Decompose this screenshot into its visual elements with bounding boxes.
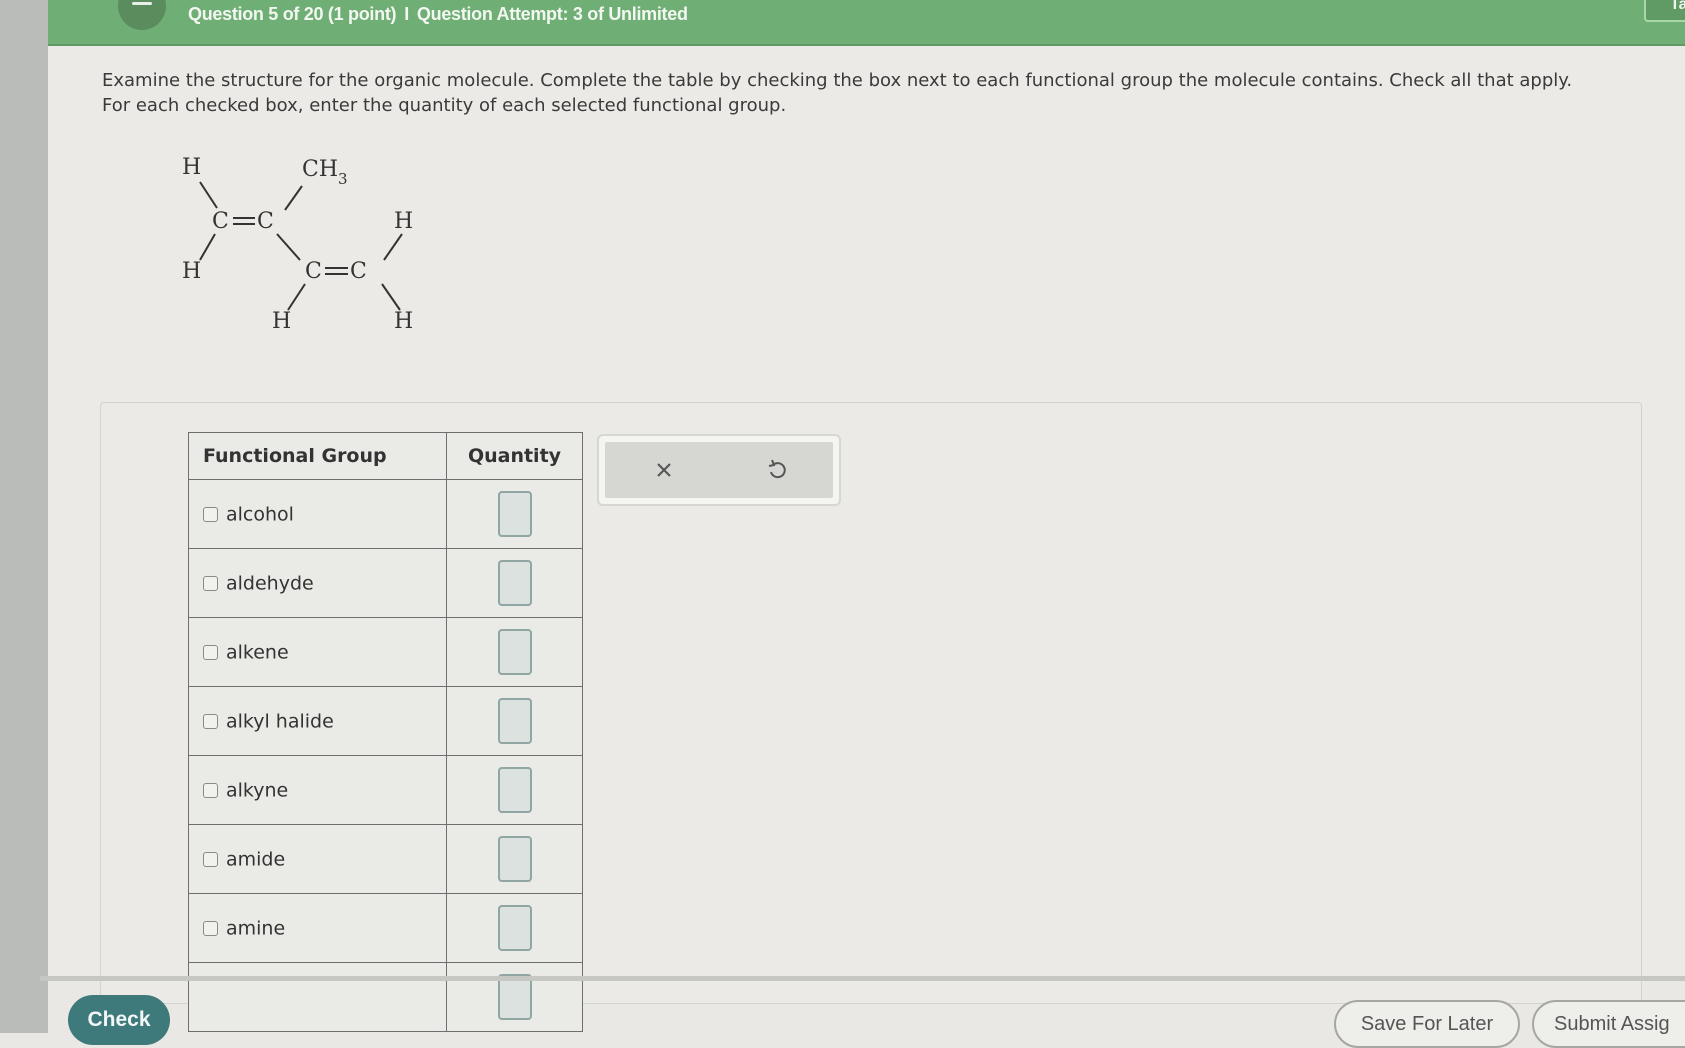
quantity-cell bbox=[446, 548, 583, 618]
atom-c1: C bbox=[212, 209, 229, 234]
group-label: alcohol bbox=[226, 503, 294, 526]
atom-h-top-left: H bbox=[182, 155, 201, 180]
quantity-cell bbox=[446, 962, 583, 1032]
menu-button[interactable] bbox=[118, 0, 166, 30]
atom-h-bottom-right: H bbox=[394, 309, 413, 334]
group-cell: alkene bbox=[188, 617, 447, 687]
quantity-input-alkene[interactable] bbox=[497, 629, 532, 675]
table-row: aldehyde bbox=[188, 548, 583, 618]
quantity-cell bbox=[446, 686, 583, 756]
group-label: alkene bbox=[226, 641, 289, 664]
header-separator: I bbox=[404, 4, 409, 24]
group-label: amine bbox=[226, 917, 286, 940]
group-cell: amine bbox=[188, 893, 447, 963]
answer-toolbar bbox=[597, 434, 841, 506]
question-position: Question 5 of 20 (1 point) bbox=[188, 4, 397, 24]
atom-c2: C bbox=[257, 209, 274, 234]
checkbox-amine[interactable] bbox=[203, 920, 218, 936]
group-cell: alcohol bbox=[188, 479, 447, 549]
quantity-cell bbox=[446, 479, 583, 549]
table-row: alkyl halide bbox=[188, 686, 583, 756]
quantity-input-amine[interactable] bbox=[497, 905, 532, 951]
atom-ch3: CH3 bbox=[302, 157, 348, 188]
molecule-structure: H CH3 C C H H C C H H bbox=[182, 155, 413, 334]
left-edge-strip bbox=[0, 0, 48, 1033]
checkbox-alcohol[interactable] bbox=[203, 506, 218, 522]
quantity-input-amide[interactable] bbox=[497, 836, 532, 882]
atom-h-bottom-left: H bbox=[182, 259, 201, 284]
bond-h-c1-top bbox=[199, 181, 218, 209]
top-right-button[interactable]: Taque bbox=[1644, 0, 1685, 22]
quantity-cell bbox=[446, 893, 583, 963]
bond-c3-h bbox=[287, 283, 306, 311]
group-cell: alkyne bbox=[188, 755, 447, 825]
quantity-input-alkyne[interactable] bbox=[497, 767, 532, 813]
undo-icon[interactable] bbox=[761, 454, 793, 486]
table-row bbox=[188, 962, 583, 1032]
table-row: amide bbox=[188, 824, 583, 894]
functional-group-table: Functional Group Quantity alcohol aldehy… bbox=[188, 432, 583, 1032]
atom-c4: C bbox=[350, 259, 367, 284]
table-row: amine bbox=[188, 893, 583, 963]
checkbox-alkyne[interactable] bbox=[203, 782, 218, 798]
atom-c3: C bbox=[305, 259, 322, 284]
group-label: alkyl halide bbox=[226, 710, 334, 733]
quantity-input-aldehyde[interactable] bbox=[497, 560, 532, 606]
group-cell: alkyl halide bbox=[188, 686, 447, 756]
quantity-input-alkyl-halide[interactable] bbox=[497, 698, 532, 744]
close-icon[interactable] bbox=[648, 454, 680, 486]
checkbox-alkene[interactable] bbox=[203, 644, 218, 660]
column-header-quantity: Quantity bbox=[446, 432, 583, 480]
bond-c4-h-top bbox=[383, 233, 403, 261]
bond-c2-ch3 bbox=[284, 185, 303, 211]
table-row: alkyne bbox=[188, 755, 583, 825]
group-cell bbox=[188, 962, 447, 1032]
group-label: aldehyde bbox=[226, 572, 314, 595]
question-header-bar: Question 5 of 20 (1 point) I Question Atte… bbox=[48, 0, 1685, 46]
quantity-cell bbox=[446, 824, 583, 894]
quantity-cell bbox=[446, 617, 583, 687]
question-info: Question 5 of 20 (1 point) I Question Atte… bbox=[188, 4, 688, 25]
checkbox-aldehyde[interactable] bbox=[203, 575, 218, 591]
bond-c2-c3 bbox=[276, 233, 301, 261]
footer-divider bbox=[40, 976, 1685, 981]
group-cell: amide bbox=[188, 824, 447, 894]
atom-h-right-top: H bbox=[394, 209, 413, 234]
bond-c4-h-bottom bbox=[381, 283, 401, 311]
group-label: amide bbox=[226, 848, 286, 871]
checkbox-alkyl-halide[interactable] bbox=[203, 713, 218, 729]
answer-toolbar-inner bbox=[605, 442, 833, 498]
quantity-input-alcohol[interactable] bbox=[497, 491, 532, 537]
group-label: alkyne bbox=[226, 779, 289, 802]
group-cell: aldehyde bbox=[188, 548, 447, 618]
question-attempt: Question Attempt: 3 of Unlimited bbox=[416, 4, 688, 24]
table-row: alcohol bbox=[188, 479, 583, 549]
table-row: alkene bbox=[188, 617, 583, 687]
atom-h-bottom-mid: H bbox=[272, 309, 291, 334]
submit-assignment-button[interactable]: Submit Assig bbox=[1532, 1000, 1685, 1048]
quantity-cell bbox=[446, 755, 583, 825]
bond-h-c1-bottom bbox=[199, 233, 216, 261]
question-prompt: Examine the structure for the organic mo… bbox=[102, 70, 1573, 116]
column-header-functional-group: Functional Group bbox=[188, 432, 447, 480]
checkbox-amide[interactable] bbox=[203, 851, 218, 867]
menu-icon bbox=[132, 2, 152, 5]
save-for-later-button[interactable]: Save For Later bbox=[1334, 1000, 1520, 1048]
check-button[interactable]: Check bbox=[68, 995, 170, 1045]
